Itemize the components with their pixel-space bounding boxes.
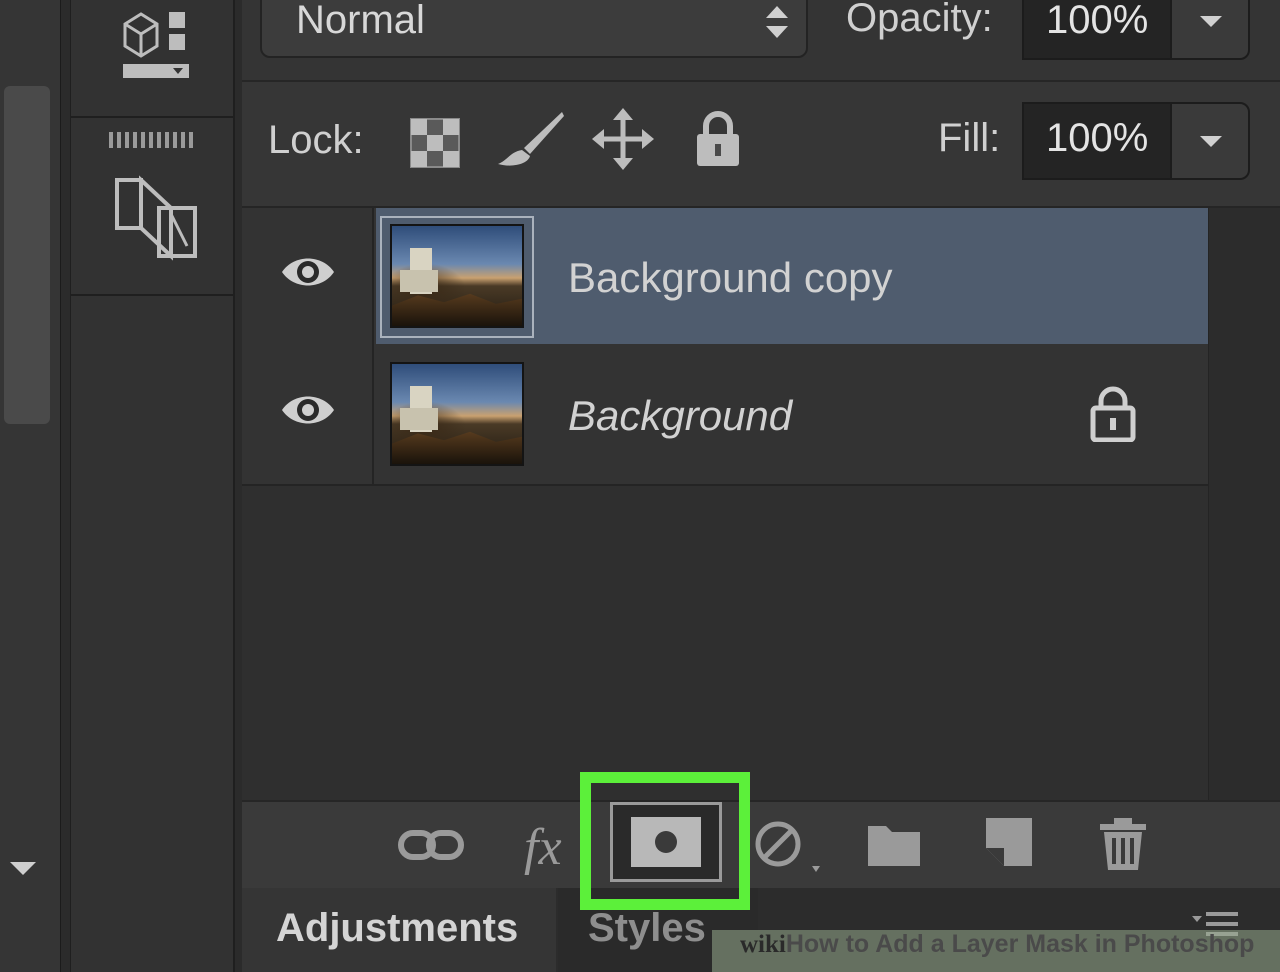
collapse-arrow-icon[interactable] <box>10 862 36 875</box>
layer-list: Background copy Background <box>242 208 1208 800</box>
layer-style-fx-icon[interactable]: fx <box>522 816 578 876</box>
tool-cell-transform[interactable] <box>71 150 233 296</box>
lock-image-pixels-brush-icon[interactable] <box>494 108 566 170</box>
opacity-dropdown-button[interactable] <box>1170 0 1250 60</box>
transform-3d-icon[interactable] <box>111 174 201 264</box>
dropdown-arrow-icon <box>1200 16 1222 27</box>
left-panel-strip <box>0 0 61 972</box>
lock-all-icon[interactable] <box>694 110 742 168</box>
lock-position-move-icon[interactable] <box>592 108 654 170</box>
cube-layers-icon[interactable] <box>121 8 193 84</box>
svg-text:fx: fx <box>524 819 562 876</box>
watermark-brand: wiki <box>740 931 786 958</box>
wikihow-watermark: wikiHow to Add a Layer Mask in Photoshop <box>712 930 1280 972</box>
up-down-arrows-icon <box>766 6 788 38</box>
new-layer-icon[interactable] <box>984 816 1034 868</box>
fill-dropdown-button[interactable] <box>1170 102 1250 180</box>
layer-list-scrollbar[interactable] <box>1208 208 1280 800</box>
thumb-house <box>400 270 438 292</box>
watermark-title: How to Add a Layer Mask in Photoshop <box>785 930 1255 958</box>
left-scrollbar-thumb[interactable] <box>4 86 50 424</box>
layer-row-background[interactable]: Background <box>242 346 1208 486</box>
layer-name[interactable]: Background <box>568 392 792 440</box>
fill-field[interactable]: 100% <box>1022 102 1172 180</box>
lock-label: Lock: <box>268 118 364 162</box>
layer-name[interactable]: Background copy <box>568 254 893 302</box>
tool-column <box>70 0 235 972</box>
lock-transparent-pixels-icon[interactable] <box>410 118 460 168</box>
blend-mode-select[interactable]: Normal <box>260 0 808 58</box>
adjustment-layer-icon[interactable] <box>754 820 820 878</box>
blend-mode-value: Normal <box>296 0 425 42</box>
add-mask-highlight-box <box>580 772 750 910</box>
layers-panel: Normal Opacity: 100% Lock: Fill: 100% Ba… <box>242 0 1280 972</box>
lock-row: Lock: Fill: 100% <box>242 82 1280 208</box>
layers-bottom-toolbar: fx <box>242 800 1280 890</box>
tab-adjustments[interactable]: Adjustments <box>242 888 556 972</box>
opacity-label: Opacity: <box>846 0 993 40</box>
link-layers-icon[interactable] <box>398 828 464 862</box>
new-group-folder-icon[interactable] <box>866 818 922 868</box>
thumb-rocks <box>392 431 522 464</box>
dropdown-arrow-icon <box>1200 136 1222 147</box>
blend-row: Normal Opacity: 100% <box>242 0 1280 82</box>
thumb-rocks <box>392 293 522 326</box>
layer-thumbnail[interactable] <box>390 362 524 466</box>
panel-grip[interactable] <box>109 132 193 148</box>
eye-visibility-icon[interactable] <box>280 252 336 292</box>
eye-visibility-icon[interactable] <box>280 390 336 430</box>
visibility-cell[interactable] <box>242 208 374 346</box>
delete-layer-trash-icon[interactable] <box>1098 816 1148 872</box>
tool-cell-3d[interactable] <box>71 0 233 118</box>
layer-row-background-copy[interactable]: Background copy <box>242 208 1208 348</box>
visibility-cell[interactable] <box>242 346 374 484</box>
fill-label: Fill: <box>938 116 1001 160</box>
layer-thumbnail[interactable] <box>390 224 524 328</box>
opacity-field[interactable]: 100% <box>1022 0 1172 60</box>
layer-locked-icon <box>1090 386 1136 442</box>
thumb-house <box>400 408 438 430</box>
